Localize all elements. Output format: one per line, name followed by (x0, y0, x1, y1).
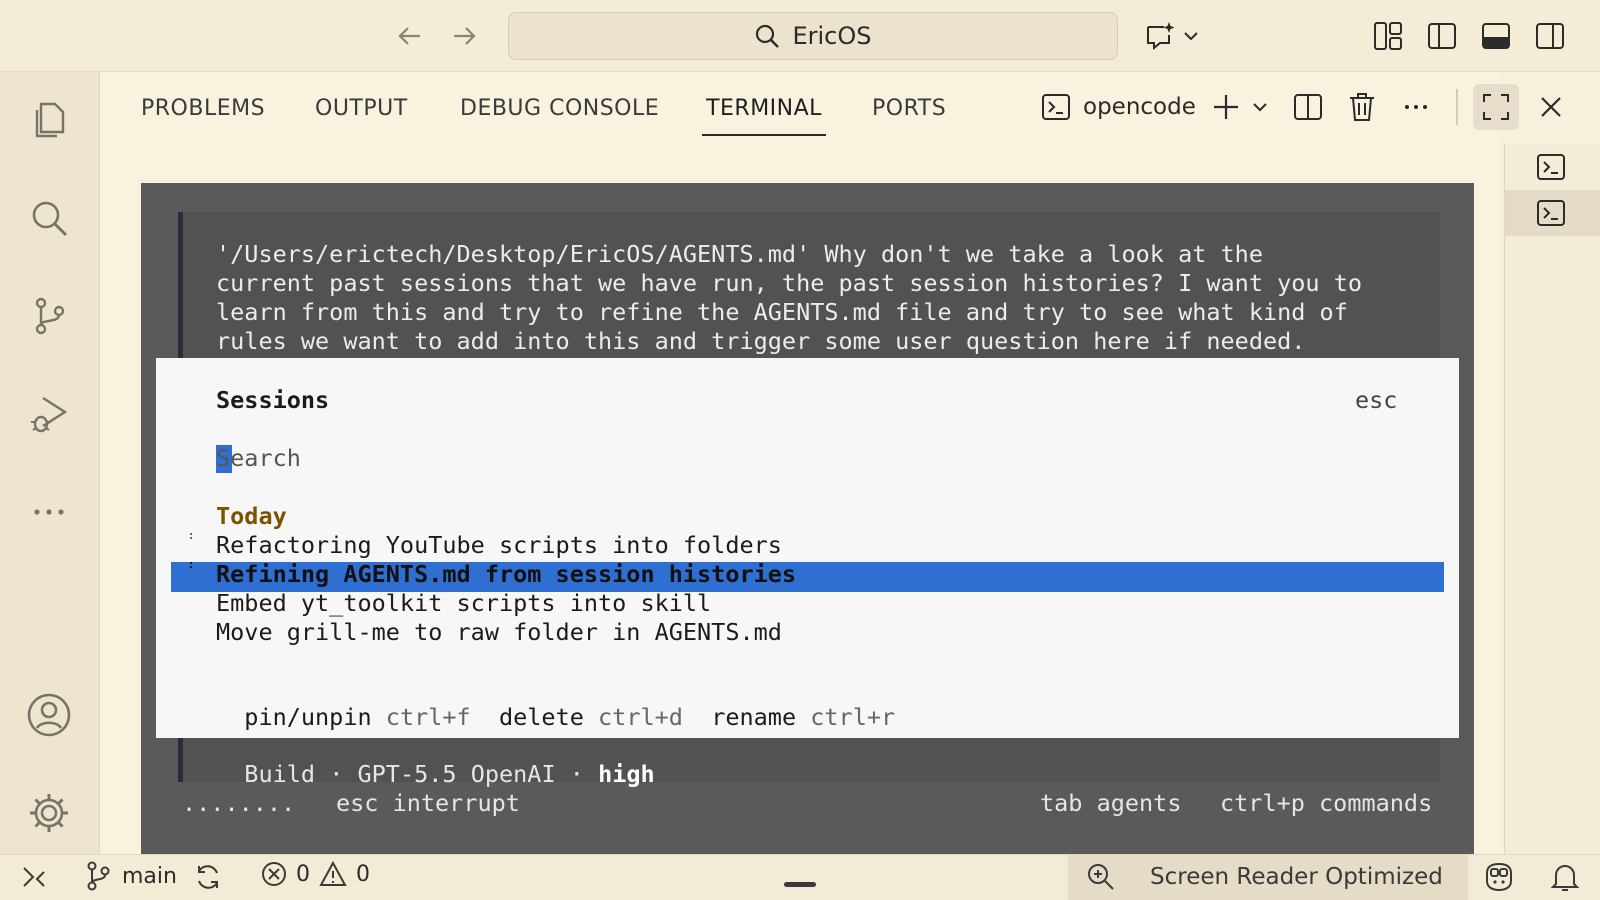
tab-debug-console[interactable]: DEBUG CONSOLE (460, 96, 659, 136)
more-icon[interactable] (20, 483, 78, 541)
separator: · (569, 760, 584, 788)
maximize-panel-icon[interactable] (1473, 84, 1519, 130)
session-item[interactable]: Refactoring YouTube scripts into folders (216, 531, 782, 559)
shortcut-action: delete (498, 703, 584, 731)
sync-icon[interactable] (193, 862, 223, 892)
explorer-icon[interactable] (20, 91, 78, 149)
trash-icon[interactable] (1347, 91, 1377, 123)
branch-name: main (122, 863, 177, 889)
terminal-selector[interactable]: opencode (1041, 92, 1196, 122)
toggle-secondary-sidebar-icon[interactable] (1532, 18, 1568, 54)
run-debug-icon[interactable] (20, 385, 78, 443)
terminal-name: opencode (1083, 94, 1196, 120)
terminal-list (1504, 144, 1600, 854)
source-control-icon (84, 860, 112, 892)
terminal-instance-icon[interactable] (1536, 152, 1566, 182)
shortcut-action: rename (711, 703, 797, 731)
build-status-line: Build · GPT-5.5 OpenAI · high (216, 732, 655, 788)
command-center-search[interactable]: EricOS (508, 12, 1118, 60)
more-actions-icon[interactable] (1401, 92, 1431, 122)
model-name: GPT-5.5 OpenAI (357, 760, 556, 788)
problems-indicator[interactable]: 0 0 (260, 860, 370, 888)
terminal-instance-icon[interactable] (1536, 198, 1566, 228)
shortcut-key: ctrl+r (810, 703, 896, 731)
warning-icon (318, 860, 348, 888)
message-line: current past sessions that we have run, … (216, 269, 1363, 297)
shortcut-key: ctrl+f (385, 703, 471, 731)
bell-icon[interactable] (1550, 861, 1580, 893)
copilot-icon[interactable] (1482, 861, 1516, 893)
esc-interrupt-hint: esc interrupt (336, 789, 520, 817)
chevron-down-icon[interactable] (1180, 18, 1202, 54)
chat-sparkle-icon[interactable] (1142, 18, 1178, 54)
separator: · (329, 760, 344, 788)
dialog-close-hint[interactable]: esc (1355, 386, 1397, 414)
session-item-selected[interactable]: Refining AGENTS.md from session historie… (216, 560, 796, 588)
tab-agents-hint: tab agents (1040, 789, 1182, 817)
shortcut-key: ctrl+d (598, 703, 683, 731)
error-icon (260, 860, 288, 888)
manage-gear-icon[interactable] (20, 784, 78, 842)
layout-custom-icon[interactable] (1370, 18, 1406, 54)
toggle-primary-sidebar-icon[interactable] (1424, 18, 1460, 54)
close-panel-icon[interactable] (1536, 92, 1566, 122)
tab-problems[interactable]: PROBLEMS (141, 96, 265, 136)
tab-ports[interactable]: PORTS (872, 96, 946, 136)
error-count: 0 (296, 861, 310, 887)
agent-mode: Build (244, 760, 316, 788)
title-bar: EricOS (0, 0, 1600, 72)
session-item[interactable]: Move grill-me to raw folder in AGENTS.md (216, 618, 782, 646)
commands-hint: ctrl+p commands (1220, 789, 1433, 817)
split-terminal-icon[interactable] (1293, 92, 1323, 122)
message-line: '/Users/erictech/Desktop/EricOS/AGENTS.m… (216, 240, 1263, 268)
reasoning-effort: high (598, 760, 655, 788)
drag-handle[interactable] (784, 882, 816, 887)
shortcut-pin[interactable]: pin/unpin ctrl+f delete ctrl+d rename ct… (216, 675, 895, 731)
arrow-left-icon[interactable] (392, 18, 428, 54)
zoom-icon[interactable] (1086, 862, 1116, 892)
dialog-title: Sessions (216, 386, 330, 414)
session-search-input[interactable]: Search (216, 444, 301, 472)
spinner: ........ (182, 789, 296, 817)
warning-count: 0 (356, 861, 370, 887)
tab-terminal[interactable]: TERMINAL (702, 96, 826, 136)
remote-icon[interactable] (20, 864, 48, 892)
accounts-icon[interactable] (20, 686, 78, 744)
workspace-name: EricOS (792, 22, 872, 50)
plus-icon[interactable] (1211, 92, 1241, 122)
session-item[interactable]: Embed yt_toolkit scripts into skill (216, 589, 711, 617)
message-line: learn from this and try to refine the AG… (216, 298, 1348, 326)
toolbar-divider (1456, 89, 1458, 125)
session-marker: ⠃ (188, 532, 199, 548)
terminal-icon (1041, 92, 1071, 122)
session-marker: ⠃ (188, 561, 199, 577)
arrow-right-icon[interactable] (446, 18, 482, 54)
search-icon[interactable] (20, 189, 78, 247)
activity-bar (0, 72, 100, 854)
source-control-icon[interactable] (20, 287, 78, 345)
toggle-panel-icon[interactable] (1478, 18, 1514, 54)
group-label-today: Today (216, 502, 287, 530)
screen-reader-status[interactable]: Screen Reader Optimized (1150, 864, 1443, 890)
message-line: rules we want to add into this and trigg… (216, 327, 1306, 355)
search-icon (754, 23, 780, 49)
tab-output[interactable]: OUTPUT (315, 96, 408, 136)
chevron-down-icon[interactable] (1251, 98, 1269, 116)
shortcut-action: pin/unpin (244, 703, 372, 731)
branch-indicator[interactable]: main (84, 860, 177, 892)
